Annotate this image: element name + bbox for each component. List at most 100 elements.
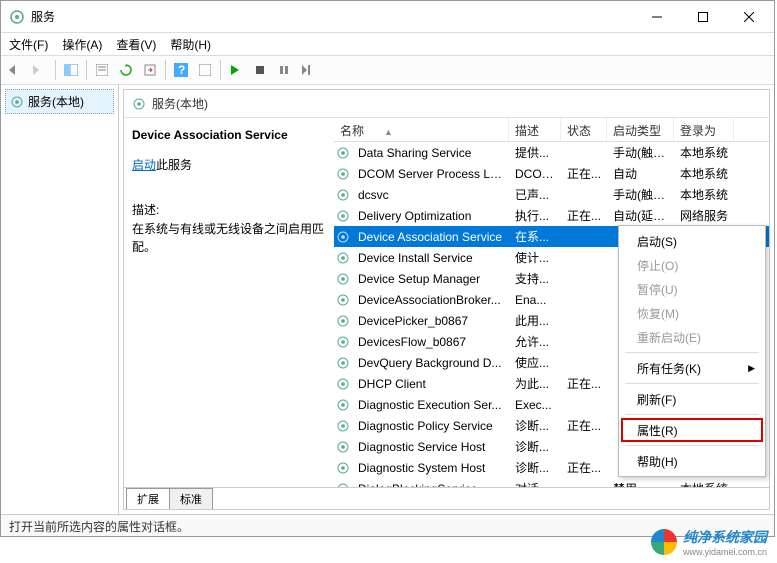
minimize-button[interactable] [634, 2, 680, 32]
cell-desc: 对话... [509, 480, 561, 487]
cell-state: 正在... [561, 375, 607, 392]
gear-icon [336, 377, 350, 391]
service-row[interactable]: Data Sharing Service提供...手动(触发...本地系统 [334, 142, 769, 163]
menu-view[interactable]: 查看(V) [116, 36, 156, 53]
services-icon [9, 9, 25, 25]
cell-state: 正在... [561, 417, 607, 434]
show-hide-button[interactable] [60, 59, 82, 81]
cell-start: 手动(触发... [607, 186, 674, 203]
cell-name: DevicePicker_b0867 [352, 314, 509, 328]
ctx-alltasks[interactable]: 所有任务(K)▶ [621, 356, 763, 380]
left-pane: Device Association Service 启动此服务 描述: 在系统… [124, 118, 334, 487]
gear-icon [336, 461, 350, 475]
gear-icon [336, 209, 350, 223]
tab-extended[interactable]: 扩展 [126, 488, 170, 509]
start-service-button[interactable] [225, 59, 247, 81]
start-link[interactable]: 启动 [132, 158, 156, 172]
ctx-properties[interactable]: 属性(R) [621, 418, 763, 442]
cell-name: Diagnostic System Host [352, 461, 509, 475]
col-start[interactable]: 启动类型 [607, 118, 674, 141]
tree-item-services-local[interactable]: 服务(本地) [5, 89, 114, 114]
cell-name: Device Install Service [352, 251, 509, 265]
watermark-url: www.yidamei.com.cn [683, 547, 767, 557]
cell-desc: 此用... [509, 312, 561, 329]
cell-name: DHCP Client [352, 377, 509, 391]
watermark-text: 纯净系统家园 [683, 527, 767, 547]
export-button[interactable] [139, 59, 161, 81]
cell-state: 正在... [561, 459, 607, 476]
column-headers: 名称▲ 描述 状态 启动类型 登录为 [334, 118, 769, 142]
cell-desc: 允许... [509, 333, 561, 350]
refresh-button[interactable] [115, 59, 137, 81]
properties-button[interactable] [91, 59, 113, 81]
cell-desc: 已声... [509, 186, 561, 203]
cell-name: Data Sharing Service [352, 146, 509, 160]
service-row[interactable]: Delivery Optimization执行...正在...自动(延迟...网… [334, 205, 769, 226]
cell-name: DeviceAssociationBroker... [352, 293, 509, 307]
stop-service-button[interactable] [249, 59, 271, 81]
cell-name: Device Association Service [352, 230, 509, 244]
pause-service-button[interactable] [273, 59, 295, 81]
help-button[interactable]: ? [170, 59, 192, 81]
gear-icon [336, 251, 350, 265]
cell-start: 自动 [607, 165, 674, 182]
cell-desc: 执行... [509, 207, 561, 224]
gear-icon [336, 167, 350, 181]
cell-desc: 提供... [509, 144, 561, 161]
restart-service-button[interactable] [297, 59, 319, 81]
desc-text: 在系统与有线或无线设备之间启用匹配。 [132, 220, 326, 256]
cell-start: 禁用 [607, 480, 674, 487]
cell-logon: 本地系统 [674, 480, 734, 487]
col-desc[interactable]: 描述 [509, 118, 561, 141]
cell-desc: Ena... [509, 293, 561, 307]
svg-text:?: ? [178, 63, 185, 77]
cell-desc: 使应... [509, 354, 561, 371]
gear-icon [336, 230, 350, 244]
close-button[interactable] [726, 2, 772, 32]
service-row[interactable]: DCOM Server Process La...DCOM...正在...自动本… [334, 163, 769, 184]
cell-name: Delivery Optimization [352, 209, 509, 223]
col-logon[interactable]: 登录为 [674, 118, 734, 141]
cell-name: DevicesFlow_b0867 [352, 335, 509, 349]
cell-logon: 本地系统 [674, 186, 734, 203]
gear-icon [336, 398, 350, 412]
cell-desc: DCOM... [509, 167, 561, 181]
cell-name: dcsvc [352, 188, 509, 202]
info-button[interactable] [194, 59, 216, 81]
gear-icon [336, 146, 350, 160]
cell-state: 正在... [561, 207, 607, 224]
desc-label: 描述: [132, 201, 326, 218]
gear-icon [336, 482, 350, 488]
maximize-button[interactable] [680, 2, 726, 32]
cell-state: 正在... [561, 165, 607, 182]
service-row[interactable]: dcsvc已声... 手动(触发...本地系统 [334, 184, 769, 205]
cell-name: DialogBlockingService [352, 482, 509, 488]
start-suffix: 此服务 [156, 158, 192, 172]
menu-action[interactable]: 操作(A) [62, 36, 102, 53]
selected-service-name: Device Association Service [132, 128, 326, 142]
menu-help[interactable]: 帮助(H) [170, 36, 211, 53]
forward-button[interactable] [29, 59, 51, 81]
cell-start: 自动(延迟... [607, 207, 674, 224]
gear-icon [10, 95, 24, 109]
tab-standard[interactable]: 标准 [169, 488, 213, 509]
cell-logon: 本地系统 [674, 165, 734, 182]
cell-desc: 诊断... [509, 438, 561, 455]
ctx-pause: 暂停(U) [621, 277, 763, 301]
col-state[interactable]: 状态 [561, 118, 607, 141]
back-button[interactable] [5, 59, 27, 81]
gear-icon [336, 188, 350, 202]
service-row[interactable]: DialogBlockingService对话... 禁用本地系统 [334, 478, 769, 487]
gear-icon [336, 293, 350, 307]
ctx-restart: 重新启动(E) [621, 325, 763, 349]
cell-desc: 诊断... [509, 459, 561, 476]
ctx-refresh[interactable]: 刷新(F) [621, 387, 763, 411]
ctx-start[interactable]: 启动(S) [621, 229, 763, 253]
gear-icon [336, 440, 350, 454]
col-name[interactable]: 名称▲ [334, 118, 509, 141]
window-title: 服务 [31, 8, 634, 25]
menu-file[interactable]: 文件(F) [9, 36, 48, 53]
ctx-help[interactable]: 帮助(H) [621, 449, 763, 473]
cell-desc: 支持... [509, 270, 561, 287]
context-menu: 启动(S) 停止(O) 暂停(U) 恢复(M) 重新启动(E) 所有任务(K)▶… [618, 225, 766, 477]
